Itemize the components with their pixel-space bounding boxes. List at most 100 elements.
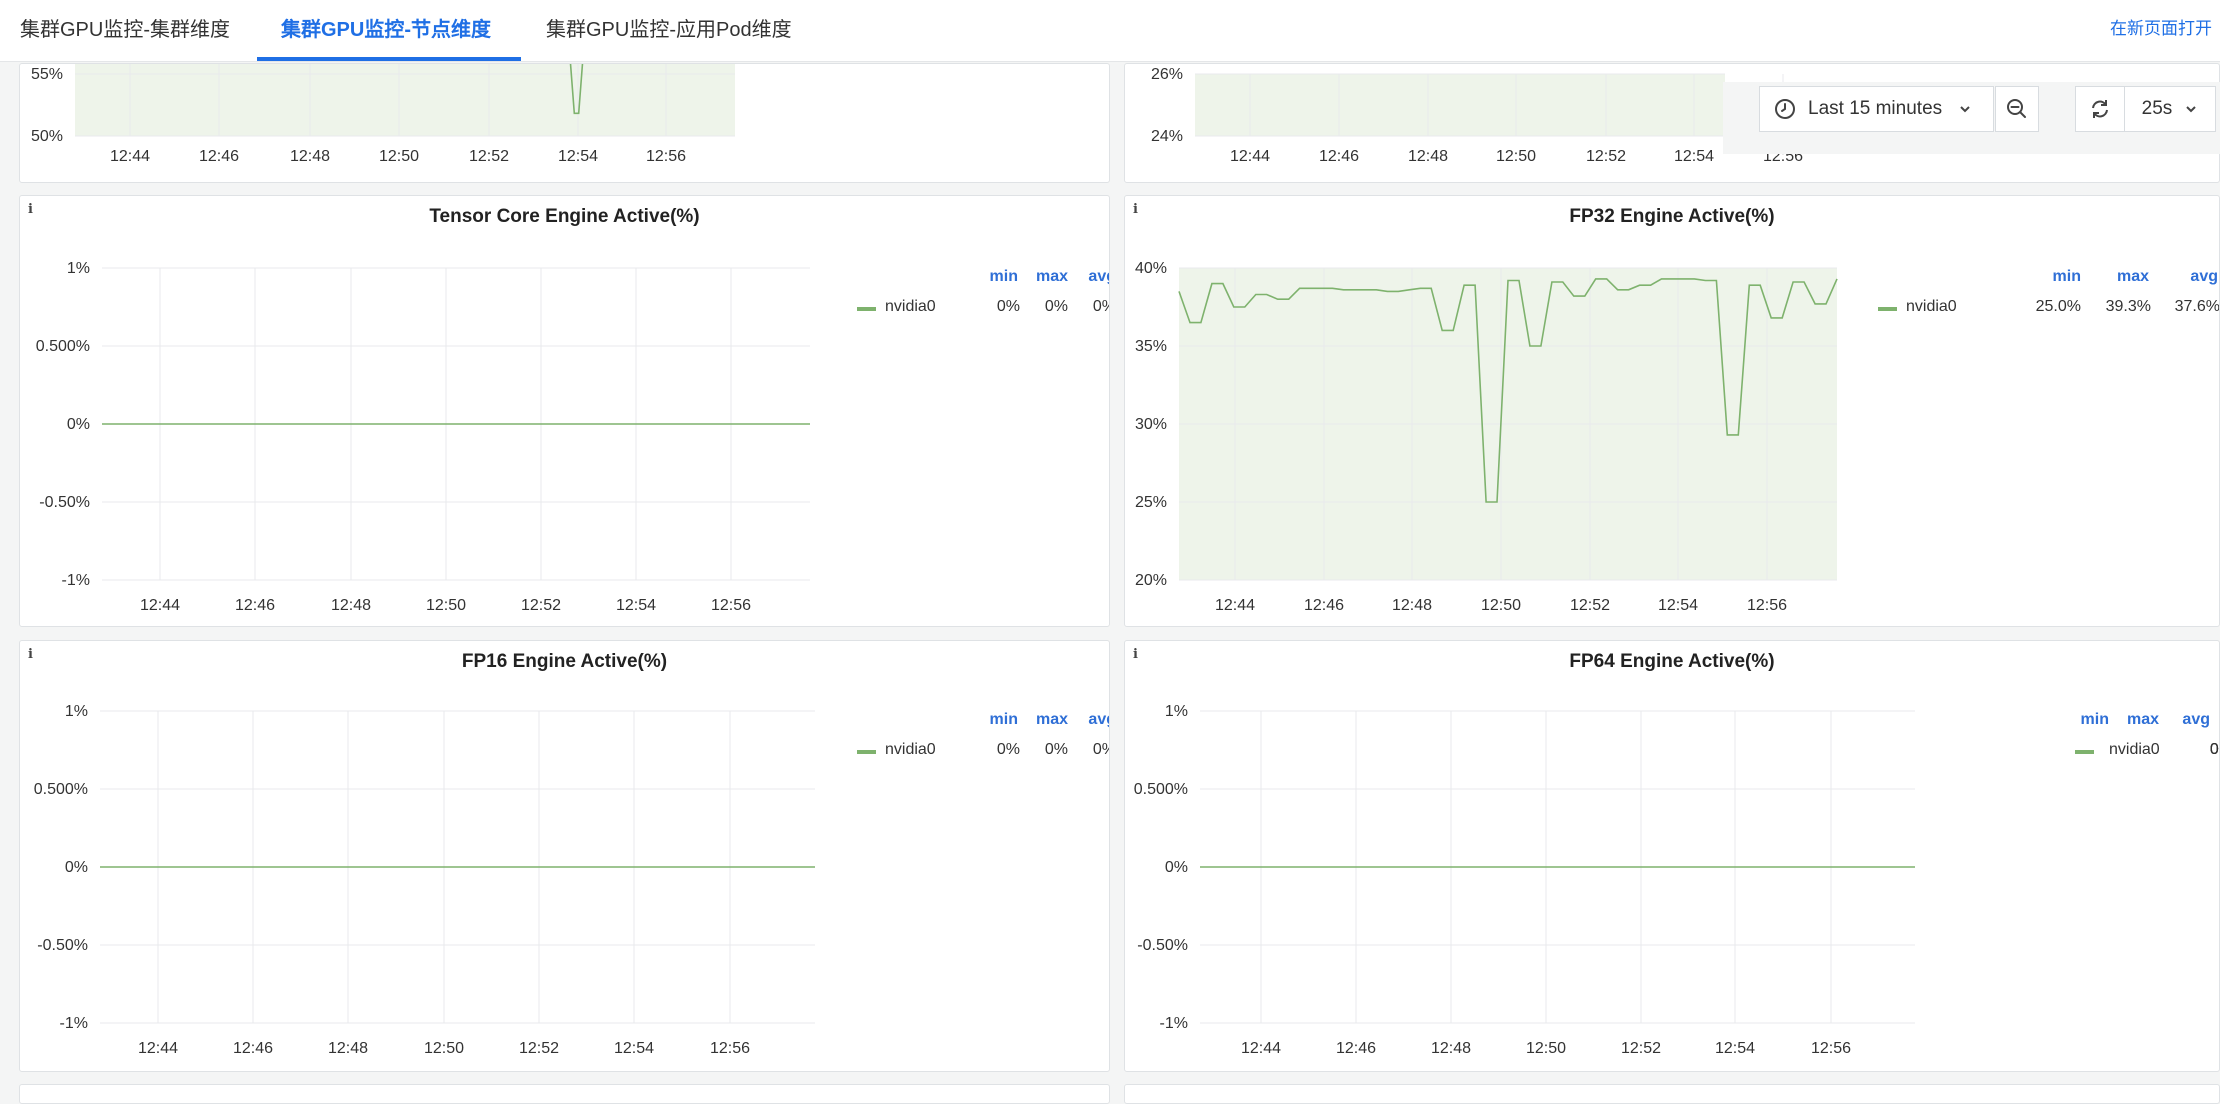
x-tick-label: 12:46	[233, 1040, 273, 1057]
legend-series-name[interactable]: nvidia0	[2109, 741, 2160, 759]
x-tick-label: 12:46	[199, 148, 239, 165]
series-color-swatch[interactable]	[2075, 750, 2094, 754]
chevron-down-icon	[1958, 102, 1972, 116]
y-tick-label: -1%	[60, 1015, 88, 1032]
panel-top-left-partial: 55% 50% 12:44 12:46 12:48 12:50 12:52 12:54 12:5…	[19, 63, 1110, 183]
panel-fp32-engine-active: 40% 35% 30% 25% 20% 12:44 12:46 12:48 12:50 12:52…	[1124, 195, 2220, 627]
legend-avg-value: 0%	[1092, 741, 1109, 758]
plot-area	[1179, 268, 1837, 580]
x-tick-label: 12:46	[1319, 148, 1359, 165]
panel-title: FP16 Engine Active(%)	[461, 651, 668, 672]
x-tick-label: 12:46	[1336, 1040, 1376, 1057]
tab-cluster-dimension[interactable]: 集群GPU监控-集群维度	[20, 0, 230, 61]
zoom-out-button[interactable]	[1995, 86, 2039, 132]
x-tick-label: 12:44	[110, 148, 150, 165]
legend-header-avg[interactable]: avg	[1056, 711, 1109, 729]
x-tick-label: 12:50	[1496, 148, 1536, 165]
time-controls: Last 15 minutes 25s	[1723, 82, 2220, 154]
series-color-swatch[interactable]	[1878, 307, 1897, 311]
x-tick-label: 12:54	[616, 597, 656, 614]
x-tick-label: 12:48	[328, 1040, 368, 1057]
x-tick-label: 12:54	[558, 148, 598, 165]
x-tick-label: 12:54	[1715, 1040, 1755, 1057]
x-tick-label: 12:50	[379, 148, 419, 165]
x-tick-label: 12:54	[1674, 148, 1714, 165]
x-tick-label: 12:48	[331, 597, 371, 614]
tab-pod-dimension[interactable]: 集群GPU监控-应用Pod维度	[546, 0, 792, 61]
legend: min max avg nvidia0 0% 0% 0%	[830, 268, 1109, 328]
series-color-swatch[interactable]	[857, 750, 876, 754]
x-tick-label: 12:56	[711, 597, 751, 614]
x-tick-label: 12:52	[521, 597, 561, 614]
panel-title: Tensor Core Engine Active(%)	[429, 206, 700, 227]
panel-title: FP64 Engine Active(%)	[1569, 651, 1775, 672]
y-tick-label: 0.500%	[36, 338, 90, 355]
x-tick-label: 12:44	[1230, 148, 1270, 165]
legend-series-name[interactable]: nvidia0	[1906, 298, 1957, 316]
x-tick-label: 12:50	[1526, 1040, 1566, 1057]
x-tick-label: 12:48	[1392, 597, 1432, 614]
x-tick-label: 12:46	[1304, 597, 1344, 614]
y-tick-label: 20%	[1135, 572, 1167, 589]
y-tick-label: 0%	[67, 416, 90, 433]
legend-avg-value: 37.6%	[2174, 298, 2220, 315]
chevron-down-icon	[2184, 102, 2198, 116]
panel-next-row-left	[19, 1084, 1110, 1104]
y-tick-label: 1%	[67, 260, 90, 277]
refresh-button[interactable]	[2075, 86, 2125, 132]
refresh-interval-picker[interactable]: 25s	[2124, 86, 2216, 132]
x-tick-label: 12:52	[469, 148, 509, 165]
x-tick-label: 12:48	[1431, 1040, 1471, 1057]
legend: min max avg nvidia0 0% 0% 0%	[1933, 711, 2219, 771]
open-in-new-page-link[interactable]: 在新页面打开	[2110, 0, 2212, 58]
y-tick-label: 55%	[31, 66, 63, 83]
legend-max-value: 39.3%	[2105, 298, 2151, 315]
active-tab-indicator	[257, 57, 521, 61]
dashboard-tab-bar: 集群GPU监控-集群维度 集群GPU监控-节点维度 集群GPU监控-应用Pod维…	[0, 0, 2220, 62]
legend: min max avg nvidia0 0% 0% 0%	[830, 711, 1109, 771]
legend-header-max[interactable]: max	[2089, 268, 2149, 286]
x-tick-label: 12:50	[1481, 597, 1521, 614]
x-tick-label: 12:44	[1215, 597, 1255, 614]
legend-avg-value: 0%	[1092, 298, 1109, 315]
panel-title: FP32 Engine Active(%)	[1569, 206, 1775, 227]
y-tick-label: -0.50%	[1137, 937, 1188, 954]
y-tick-label: 50%	[31, 128, 63, 145]
chart-svg: 40% 35% 30% 25% 20% 12:44 12:46 12:48 12:50 12:52…	[1135, 260, 1838, 614]
legend: min max avg nvidia0 25.0% 39.3% 37.6%	[1863, 268, 2219, 328]
x-tick-label: 12:56	[1811, 1040, 1851, 1057]
panel-fp64-engine-active: 1% 0.500% 0% -0.50% -1% 12:44 12:46 12:48 12:50 1…	[1124, 640, 2220, 1072]
refresh-icon	[2088, 97, 2112, 121]
legend-header-avg[interactable]: avg	[2150, 711, 2210, 729]
legend-header-min[interactable]: min	[2021, 268, 2081, 286]
series-line	[569, 64, 584, 115]
x-tick-label: 12:56	[710, 1040, 750, 1057]
legend-header-avg[interactable]: avg	[2158, 268, 2218, 286]
y-tick-label: 0%	[1165, 859, 1188, 876]
x-tick-label: 12:52	[1586, 148, 1626, 165]
series-color-swatch[interactable]	[857, 307, 876, 311]
legend-avg-value: 0%	[2209, 741, 2219, 758]
x-tick-label: 12:52	[519, 1040, 559, 1057]
x-tick-label: 12:52	[1570, 597, 1610, 614]
legend-series-name[interactable]: nvidia0	[885, 741, 936, 759]
legend-header-avg[interactable]: avg	[1056, 268, 1109, 286]
tab-node-dimension[interactable]: 集群GPU监控-节点维度	[281, 0, 491, 61]
y-tick-label: 0%	[65, 859, 88, 876]
x-tick-label: 12:52	[1621, 1040, 1661, 1057]
x-tick-label: 12:54	[1658, 597, 1698, 614]
x-tick-label: 12:44	[1241, 1040, 1281, 1057]
legend-series-name[interactable]: nvidia0	[885, 298, 936, 316]
chart-svg: 1% 0.500% 0% -0.50% -1% 12:44 12:46 12:48 12:50 1…	[36, 260, 810, 614]
clock-icon	[1774, 98, 1796, 120]
zoom-out-icon	[2005, 97, 2029, 121]
y-tick-label: -0.50%	[39, 494, 90, 511]
y-tick-label: 26%	[1151, 66, 1183, 83]
series-line	[1178, 278, 1838, 503]
time-range-picker[interactable]: Last 15 minutes	[1759, 86, 1994, 132]
x-tick-label: 12:54	[614, 1040, 654, 1057]
x-tick-label: 12:48	[1408, 148, 1448, 165]
time-range-label: Last 15 minutes	[1808, 98, 1943, 119]
x-tick-label: 12:44	[140, 597, 180, 614]
y-tick-label: 0.500%	[34, 781, 88, 798]
